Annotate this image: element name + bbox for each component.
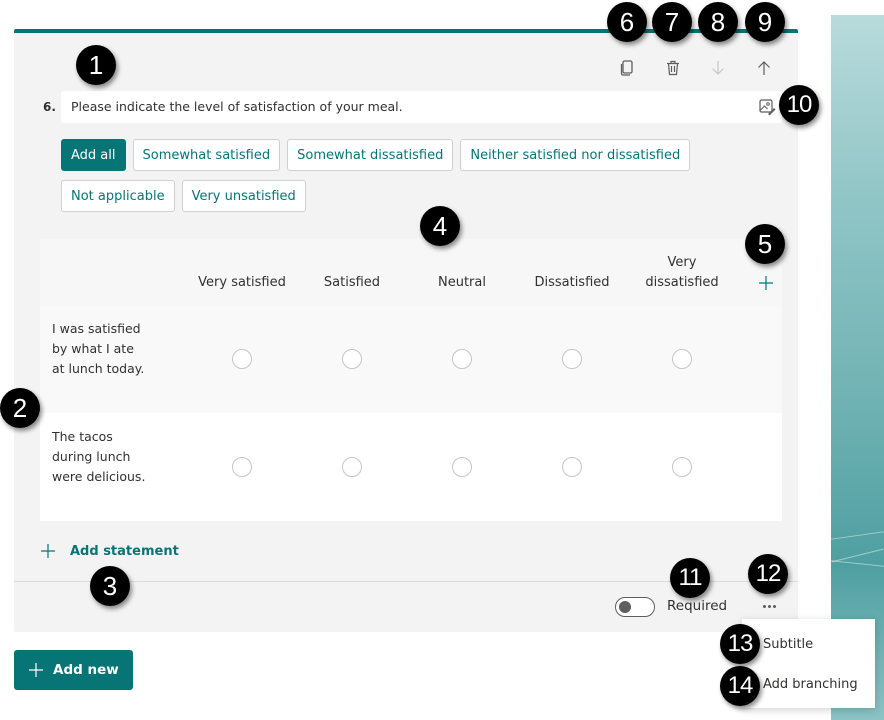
delete-question-button[interactable]: [662, 57, 684, 79]
radio-option[interactable]: [672, 457, 692, 477]
radio-option[interactable]: [562, 349, 582, 369]
plus-icon: [29, 663, 43, 677]
suggestion-chip[interactable]: Not applicable: [61, 180, 175, 212]
callout-badge: 7: [652, 2, 692, 42]
question-card[interactable]: 6. Please indicate the level of satisfac…: [14, 29, 798, 632]
question-title-input[interactable]: Please indicate the level of satisfactio…: [61, 91, 782, 123]
plus-icon: [41, 544, 55, 558]
callout-badge: 6: [607, 2, 647, 42]
radio-option[interactable]: [232, 457, 252, 477]
question-number: 6.: [43, 100, 56, 114]
callout-badge: 3: [90, 566, 130, 606]
callout-badge: 10: [779, 85, 819, 125]
more-options-button[interactable]: [758, 599, 780, 613]
callout-badge: 8: [698, 2, 738, 42]
required-label: Required: [667, 598, 728, 614]
more-options-menu: Subtitle Add branching: [742, 619, 875, 708]
question-title-text: Please indicate the level of satisfactio…: [71, 99, 403, 114]
copy-icon: [620, 60, 633, 76]
add-column-plus-icon[interactable]: [758, 275, 774, 291]
column-label[interactable]: Very dissatisfied: [632, 253, 732, 293]
add-all-button[interactable]: Add all: [61, 139, 126, 171]
radio-option[interactable]: [562, 457, 582, 477]
radio-option[interactable]: [452, 457, 472, 477]
callout-badge: 4: [420, 206, 460, 246]
ellipsis-dot: [772, 604, 776, 608]
callout-badge: 1: [76, 45, 116, 85]
callout-badge: 14: [720, 666, 760, 706]
radio-option[interactable]: [452, 349, 472, 369]
callout-badge: 2: [0, 388, 40, 428]
grid-header: Very satisfied Satisfied Neutral Dissati…: [40, 239, 782, 305]
arrow-up-icon: [758, 61, 770, 75]
statement-text[interactable]: I was satisfied by what I ate at lunch t…: [52, 319, 150, 379]
copy-question-button[interactable]: [616, 57, 638, 79]
toggle-knob: [619, 601, 631, 613]
insert-media-icon[interactable]: [758, 98, 776, 116]
trash-icon: [667, 60, 679, 76]
column-label[interactable]: Neutral: [412, 253, 512, 293]
suggestion-chip[interactable]: Somewhat satisfied: [132, 139, 281, 171]
arrow-down-icon: [712, 61, 724, 75]
callout-badge: 13: [720, 624, 760, 664]
radio-option[interactable]: [232, 349, 252, 369]
ellipsis-dot: [762, 604, 766, 608]
required-toggle[interactable]: [615, 597, 655, 617]
suggestion-chip[interactable]: Neither satisfied nor dissatisfied: [460, 139, 691, 171]
callout-badge: 12: [748, 554, 788, 594]
background-streak: [831, 560, 884, 567]
radio-option[interactable]: [342, 349, 362, 369]
ellipsis-dot: [767, 604, 771, 608]
radio-option[interactable]: [342, 457, 362, 477]
column-label[interactable]: Dissatisfied: [522, 253, 622, 293]
callout-badge: 9: [745, 2, 785, 42]
statement-text[interactable]: The tacos during lunch were delicious.: [52, 427, 150, 487]
likert-grid: Very satisfied Satisfied Neutral Dissati…: [40, 239, 782, 521]
add-new-button[interactable]: Add new: [14, 650, 133, 690]
suggestion-chip[interactable]: Very unsatisfied: [181, 180, 306, 212]
background-image: [831, 15, 884, 720]
move-up-button[interactable]: [753, 57, 775, 79]
grid-row: The tacos during lunch were delicious.: [40, 413, 782, 521]
menu-item-add-branching[interactable]: Add branching: [763, 677, 858, 692]
add-statement-label: Add statement: [70, 543, 179, 559]
add-new-label: Add new: [53, 662, 119, 678]
suggestion-chip[interactable]: Somewhat dissatisfied: [287, 139, 454, 171]
column-label[interactable]: Satisfied: [302, 253, 402, 293]
callout-badge: 5: [745, 224, 785, 264]
grid-row: I was satisfied by what I ate at lunch t…: [40, 305, 782, 413]
suggested-options: Add all Somewhat satisfied Somewhat diss…: [61, 139, 701, 212]
radio-option[interactable]: [672, 349, 692, 369]
column-label[interactable]: Very satisfied: [192, 253, 292, 293]
move-down-button[interactable]: [707, 57, 729, 79]
menu-item-subtitle[interactable]: Subtitle: [763, 637, 813, 652]
add-statement-button[interactable]: Add statement: [40, 543, 179, 559]
callout-badge: 11: [670, 558, 710, 598]
background-streak: [831, 531, 884, 540]
